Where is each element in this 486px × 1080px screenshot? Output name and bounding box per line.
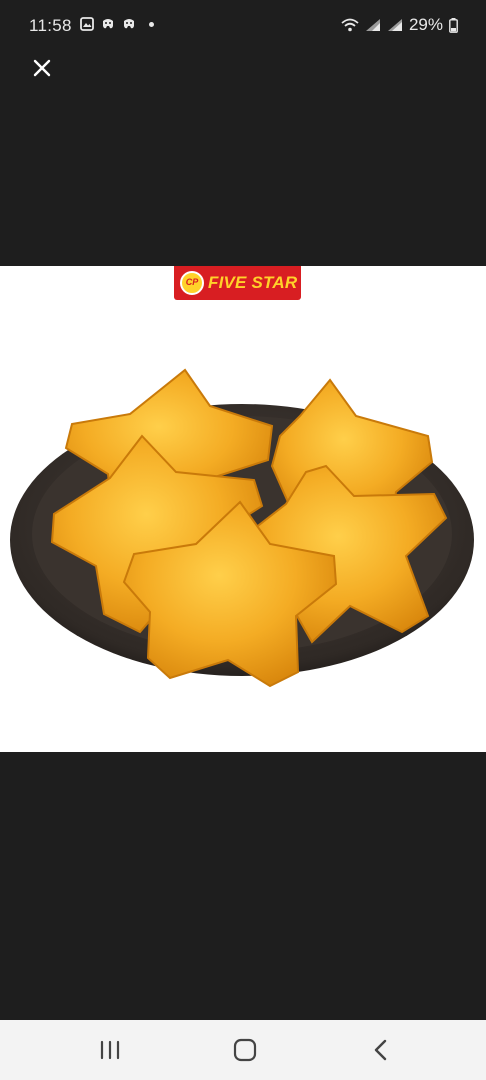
recent-apps-button[interactable]	[95, 1035, 125, 1065]
battery-percent: 29%	[408, 15, 443, 34]
brand-badge: CP FIVE STAR	[174, 266, 301, 300]
close-button[interactable]	[28, 54, 56, 82]
home-icon	[233, 1038, 257, 1062]
game-icon	[103, 19, 113, 29]
navigation-bar	[0, 1020, 486, 1080]
gallery-icon	[80, 17, 94, 31]
battery-icon	[449, 17, 458, 33]
signal-icon	[387, 19, 402, 31]
signal-icon	[365, 19, 380, 31]
game-icon	[124, 19, 134, 29]
product-image[interactable]: CP FIVE STAR	[0, 266, 486, 752]
star-nuggets-image	[10, 368, 474, 688]
brand-name: FIVE STAR	[208, 273, 298, 292]
back-icon	[374, 1039, 387, 1061]
back-button[interactable]	[366, 1035, 396, 1065]
status-bar: 11:58 29%	[0, 0, 486, 52]
home-button[interactable]	[230, 1035, 260, 1065]
recent-apps-icon	[100, 1040, 120, 1060]
status-right: 29%	[341, 15, 458, 35]
status-time: 11:58	[29, 16, 72, 35]
wifi-icon	[341, 18, 359, 32]
close-icon	[33, 59, 51, 77]
status-left-icons	[80, 17, 154, 31]
brand-logo: CP	[180, 271, 204, 295]
notification-dot	[149, 21, 154, 27]
